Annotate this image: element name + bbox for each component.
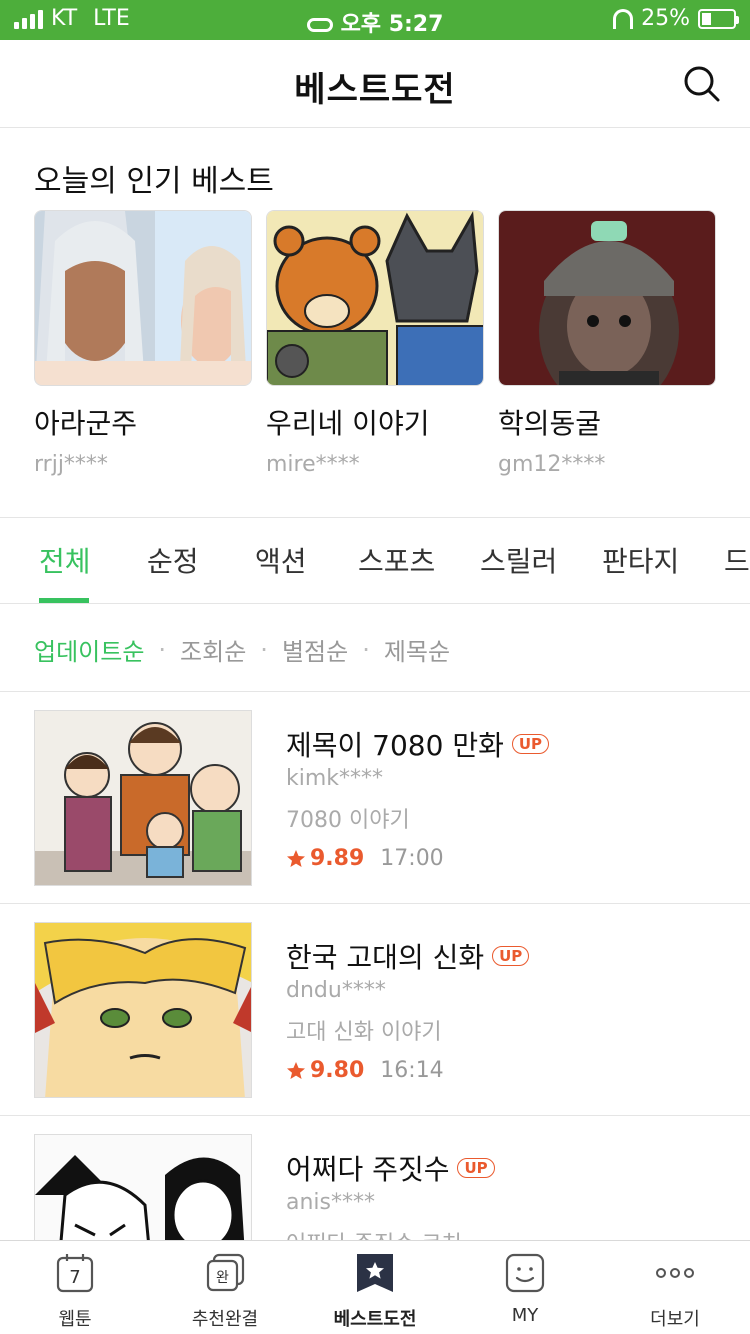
star-icon	[287, 849, 305, 867]
star-icon	[287, 1061, 305, 1079]
comic-title: 제목이 7080 만화	[286, 729, 504, 762]
bottom-nav: 7 웹툰 완 추천완결 베스트도전 MY 더보기	[0, 1240, 750, 1334]
calendar-icon: 7	[56, 1254, 94, 1293]
bookmark-star-icon	[357, 1254, 393, 1292]
nav-label: 추천완결	[191, 1309, 259, 1330]
rating: 9.89	[286, 846, 364, 871]
update-time: 17:00	[380, 846, 444, 871]
genre-tabs: 전체 순정 액션 스포츠 스릴러 판타지 드	[0, 518, 750, 604]
popular-best-section: 오늘의 인기 베스트 아라군주 rrjj**** 우리네 이야기 mire***…	[0, 128, 750, 518]
sort-options: 업데이트순 · 조회순 · 별점순 · 제목순	[34, 632, 450, 667]
comic-author: kimk****	[286, 766, 384, 791]
nav-label: 웹툰	[58, 1309, 92, 1330]
rating-value: 9.89	[310, 846, 365, 871]
tab-thriller[interactable]: 스릴러	[480, 540, 557, 580]
comic-title: 아라군주	[34, 407, 138, 440]
nav-best-challenge[interactable]: 베스트도전	[300, 1253, 450, 1331]
tab-romance[interactable]: 순정	[147, 540, 199, 580]
sort-update[interactable]: 업데이트순	[34, 632, 144, 667]
nav-more[interactable]: 더보기	[600, 1253, 750, 1331]
tab-action[interactable]: 액션	[255, 540, 307, 580]
separator: ·	[260, 635, 268, 664]
popular-card[interactable]: 아라군주 rrjj****	[34, 210, 252, 477]
popular-card[interactable]: 우리네 이야기 mire****	[266, 210, 484, 477]
rating: 9.80	[286, 1058, 364, 1083]
comic-title: 어쩌다 주짓수	[286, 1153, 450, 1186]
nav-completed[interactable]: 완 추천완결	[150, 1253, 300, 1331]
tab-drama[interactable]: 드	[724, 540, 750, 580]
comic-thumbnail	[266, 210, 484, 386]
calendar-day: 7	[69, 1267, 80, 1288]
comic-author: rrjj****	[34, 452, 108, 477]
completed-icon-text: 완	[216, 1270, 229, 1286]
comic-title: 한국 고대의 신화	[286, 941, 485, 974]
comic-description: 7080 이야기	[286, 808, 410, 833]
comic-author: anis****	[286, 1190, 375, 1215]
active-tab-indicator	[39, 598, 89, 603]
battery-icon	[698, 8, 739, 29]
tab-all[interactable]: 전체	[39, 540, 91, 580]
comic-title: 우리네 이야기	[266, 407, 430, 440]
section-title: 오늘의 인기 베스트	[34, 164, 274, 199]
comic-description: 고대 신화 이야기	[286, 1020, 442, 1045]
tab-fantasy[interactable]: 판타지	[602, 540, 679, 580]
sort-views[interactable]: 조회순	[180, 632, 246, 667]
app-header: 베스트도전	[0, 40, 750, 128]
list-item[interactable]: 제목이 7080 만화 UP kimk**** 7080 이야기 9.89 17:…	[0, 692, 750, 904]
comic-title: 학의동굴	[498, 407, 602, 440]
popular-card[interactable]: 학의동굴 gm12****	[498, 210, 716, 477]
separator: ·	[158, 635, 167, 664]
nav-webtoon[interactable]: 7 웹툰	[0, 1253, 150, 1331]
sort-title[interactable]: 제목순	[384, 632, 450, 667]
smiley-icon	[505, 1253, 545, 1293]
up-badge: UP	[457, 1158, 495, 1178]
comic-author: gm12****	[498, 452, 606, 477]
update-time: 16:14	[380, 1058, 444, 1083]
nav-my[interactable]: MY	[450, 1253, 600, 1326]
comic-thumbnail	[34, 922, 252, 1098]
nav-label: MY	[511, 1305, 539, 1326]
search-icon[interactable]	[684, 66, 720, 102]
comic-author: mire****	[266, 452, 360, 477]
sort-rating[interactable]: 별점순	[282, 632, 348, 667]
page-title: 베스트도전	[294, 70, 456, 110]
clock: 오후 5:27	[340, 12, 444, 37]
rating-value: 9.80	[310, 1058, 365, 1083]
comic-thumbnail	[34, 210, 252, 386]
status-bar: KT LTE 오후 5:27 25%	[0, 0, 750, 40]
tab-sports[interactable]: 스포츠	[358, 540, 435, 580]
nav-label: 베스트도전	[333, 1309, 417, 1330]
completed-icon: 완	[206, 1253, 245, 1292]
nav-label: 더보기	[650, 1309, 700, 1330]
more-dots-icon	[656, 1268, 694, 1278]
comic-thumbnail	[498, 210, 716, 386]
up-badge: UP	[492, 946, 530, 966]
list-item[interactable]: 한국 고대의 신화 UP dndu**** 고대 신화 이야기 9.80 16:1…	[0, 904, 750, 1116]
comic-thumbnail	[34, 710, 252, 886]
battery-percent: 25%	[641, 6, 690, 31]
headphones-icon	[613, 8, 634, 29]
comic-author: dndu****	[286, 978, 386, 1003]
up-badge: UP	[511, 734, 550, 754]
separator: ·	[362, 635, 370, 664]
link-icon	[306, 18, 333, 32]
